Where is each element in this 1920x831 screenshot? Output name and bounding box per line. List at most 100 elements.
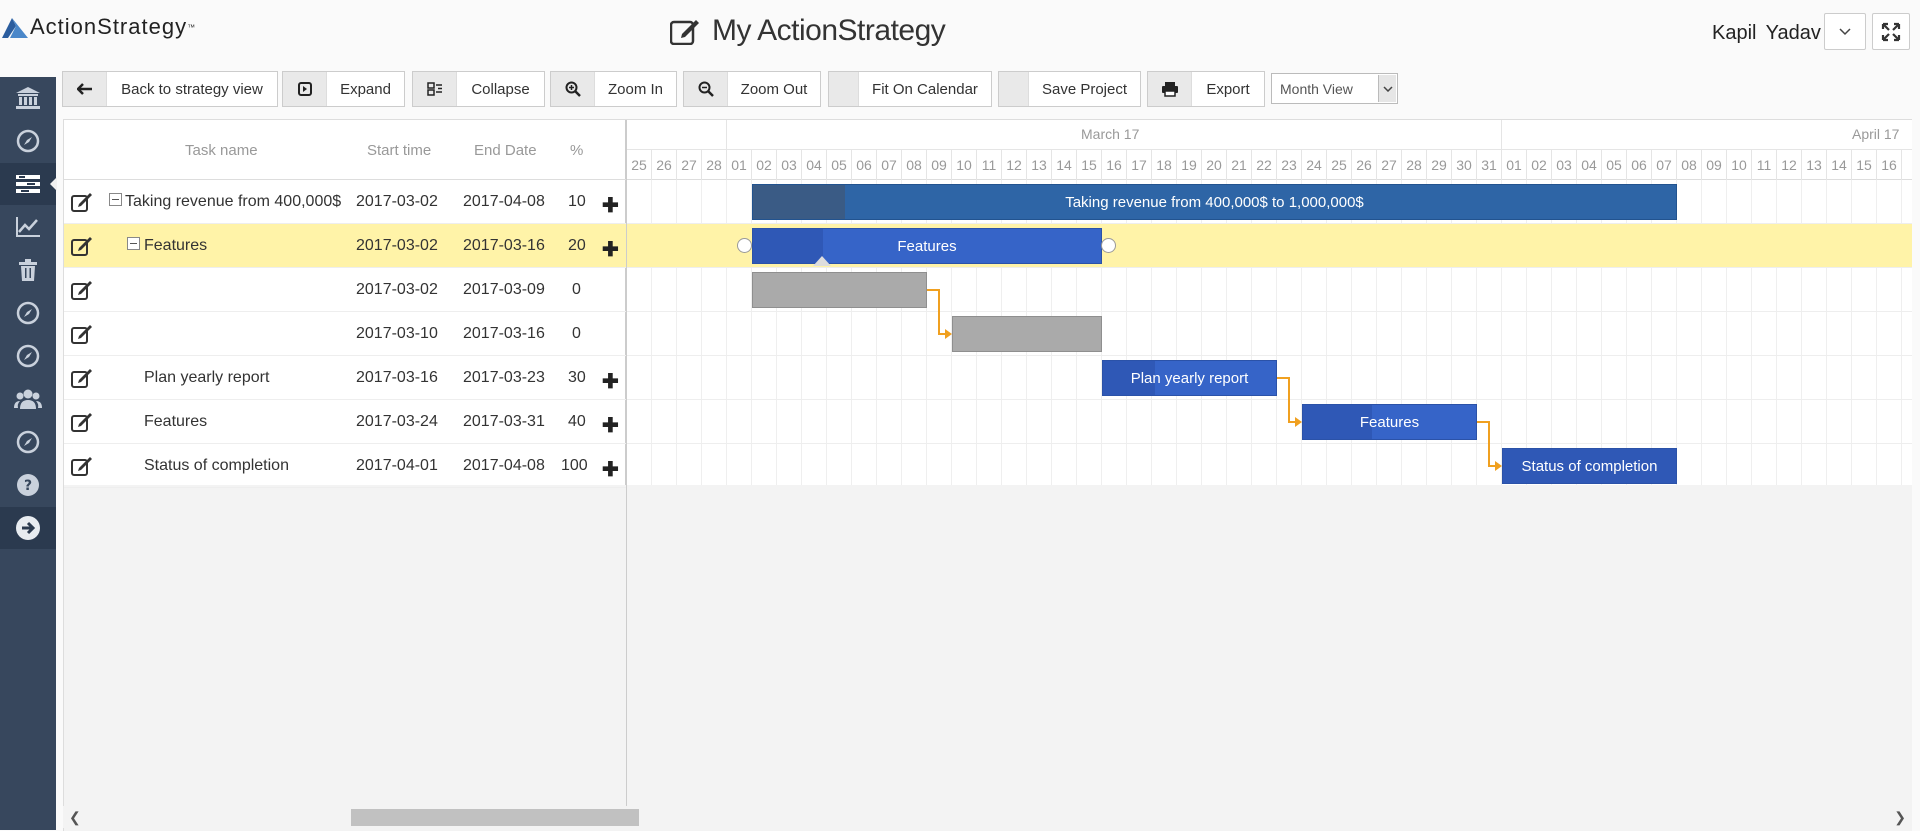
fit-on-calendar-label: Fit On Calendar: [872, 80, 978, 98]
arrow-left-icon: [76, 83, 92, 95]
task-row[interactable]: Status of completion 2017-04-01 2017-04-…: [64, 444, 626, 488]
back-to-strategy-button[interactable]: Back to strategy view: [62, 71, 278, 107]
view-select[interactable]: Month View: [1271, 73, 1398, 104]
export-label: Export: [1206, 80, 1250, 98]
calendar-icon: [829, 72, 859, 106]
expand-button[interactable]: Expand: [282, 71, 405, 107]
edit-task-icon[interactable]: [71, 324, 93, 344]
save-project-label: Save Project: [1041, 80, 1128, 98]
task-row[interactable]: Taking revenue from 400,000$ 2017-03-02 …: [64, 180, 626, 224]
horizontal-scrollbar[interactable]: ❮ ❯: [63, 806, 1912, 828]
column-header-task-name[interactable]: Task name: [185, 142, 258, 159]
task-start: 2017-03-02: [356, 237, 438, 254]
task-percent: 40: [568, 413, 586, 430]
save-icon: [999, 72, 1029, 106]
collapse-toggle[interactable]: [109, 193, 122, 206]
logo[interactable]: ActionStrategy ™: [2, 14, 195, 40]
edit-task-icon[interactable]: [71, 412, 93, 432]
task-name: Plan yearly report: [144, 369, 270, 386]
task-start: 2017-03-16: [356, 369, 438, 386]
compass-icon: [16, 344, 40, 368]
compass-icon: [16, 129, 40, 153]
task-percent: 0: [572, 325, 581, 342]
dependency-link: [1277, 377, 1299, 423]
edit-task-icon[interactable]: [71, 456, 93, 476]
zoom-in-label: Zoom In: [607, 80, 664, 98]
logo-text: ActionStrategy: [30, 14, 188, 39]
sidebar-item-compass-1[interactable]: [0, 120, 56, 162]
fullscreen-button[interactable]: [1872, 13, 1910, 50]
collapse-icon: [426, 82, 442, 96]
edit-task-icon[interactable]: [71, 368, 93, 388]
export-button[interactable]: Export: [1147, 71, 1265, 107]
view-select-value: Month View: [1280, 80, 1353, 97]
dependency-links: [927, 289, 1502, 471]
chevron-down-icon: [1382, 85, 1393, 92]
column-header-start-time[interactable]: Start time: [367, 142, 431, 159]
dependency-arrow: [1295, 417, 1302, 427]
task-row[interactable]: Features 2017-03-24 2017-03-31 40 ✚: [64, 400, 626, 444]
add-subtask-icon[interactable]: ✚: [602, 237, 619, 262]
sidebar: ?: [0, 77, 57, 830]
compass-icon: [16, 430, 40, 454]
expand-arrows-icon: [1881, 22, 1901, 41]
task-start: 2017-03-10: [356, 325, 438, 342]
task-end: 2017-04-08: [463, 193, 545, 210]
zoom-out-button[interactable]: Zoom Out: [683, 71, 821, 107]
logo-mark-icon: [2, 18, 28, 38]
gantt-chart: Task name Start time End Date % Taking r…: [63, 119, 1912, 831]
compass-icon: [16, 301, 40, 325]
sidebar-item-compass-2[interactable]: [0, 292, 56, 334]
sidebar-item-analytics[interactable]: [0, 206, 56, 248]
sidebar-item-compass-3[interactable]: [0, 335, 56, 377]
sidebar-item-institution[interactable]: [0, 77, 56, 119]
task-percent: 10: [568, 193, 586, 210]
edit-task-icon[interactable]: [71, 236, 93, 256]
add-subtask-icon[interactable]: ✚: [602, 369, 619, 394]
scrollbar-thumb[interactable]: [351, 809, 639, 826]
fit-on-calendar-button[interactable]: Fit On Calendar: [828, 71, 992, 107]
page-title: My ActionStrategy: [670, 14, 946, 48]
sidebar-item-users[interactable]: [0, 378, 56, 420]
task-end: 2017-04-08: [463, 457, 545, 474]
task-end: 2017-03-23: [463, 369, 545, 386]
task-row[interactable]: Plan yearly report 2017-03-16 2017-03-23…: [64, 356, 626, 400]
task-name: Taking revenue from 400,000$: [125, 193, 342, 210]
collapse-toggle[interactable]: [127, 237, 140, 250]
task-end: 2017-03-09: [463, 281, 545, 298]
task-row[interactable]: Features 2017-03-02 2017-03-16 20 ✚: [64, 224, 626, 268]
sidebar-item-trash[interactable]: [0, 249, 56, 291]
back-to-strategy-label: Back to strategy view: [121, 80, 263, 98]
scroll-right-icon[interactable]: ❯: [1894, 809, 1906, 826]
zoom-in-button[interactable]: Zoom In: [550, 71, 677, 107]
task-grid-header: Task name Start time End Date %: [64, 120, 626, 180]
bank-icon: [16, 87, 40, 109]
task-row[interactable]: 2017-03-02 2017-03-09 0: [64, 268, 626, 312]
column-header-percent[interactable]: %: [570, 142, 583, 159]
user-menu-button[interactable]: [1824, 13, 1866, 50]
task-end: 2017-03-16: [463, 237, 545, 254]
sidebar-item-gantt[interactable]: [0, 163, 57, 205]
sidebar-item-compass-4[interactable]: [0, 421, 56, 463]
trash-icon: [19, 259, 37, 281]
sidebar-item-next[interactable]: [0, 507, 56, 549]
task-start: 2017-03-02: [356, 281, 438, 298]
scroll-left-icon[interactable]: ❮: [69, 809, 81, 826]
task-name: Features: [144, 237, 208, 254]
save-project-button[interactable]: Save Project: [998, 71, 1141, 107]
add-subtask-icon[interactable]: ✚: [602, 413, 619, 438]
add-subtask-icon[interactable]: ✚: [602, 193, 619, 218]
users-icon: [14, 389, 42, 409]
expand-icon: [297, 82, 312, 96]
add-subtask-icon[interactable]: ✚: [602, 457, 619, 482]
edit-task-icon[interactable]: [71, 192, 93, 212]
column-header-end-date[interactable]: End Date: [474, 142, 537, 159]
sidebar-item-help[interactable]: ?: [0, 464, 56, 506]
collapse-button[interactable]: Collapse: [412, 71, 545, 107]
user-name[interactable]: Kapil Yadav: [1712, 22, 1821, 45]
zoom-out-label: Zoom Out: [740, 80, 808, 98]
edit-task-icon[interactable]: [71, 280, 93, 300]
timeline-panel: March 17 April 17 25 26 27 28 01 02 03 04 05 06 07…: [627, 120, 1912, 485]
task-row[interactable]: 2017-03-10 2017-03-16 0: [64, 312, 626, 356]
task-name: Features: [144, 413, 208, 430]
